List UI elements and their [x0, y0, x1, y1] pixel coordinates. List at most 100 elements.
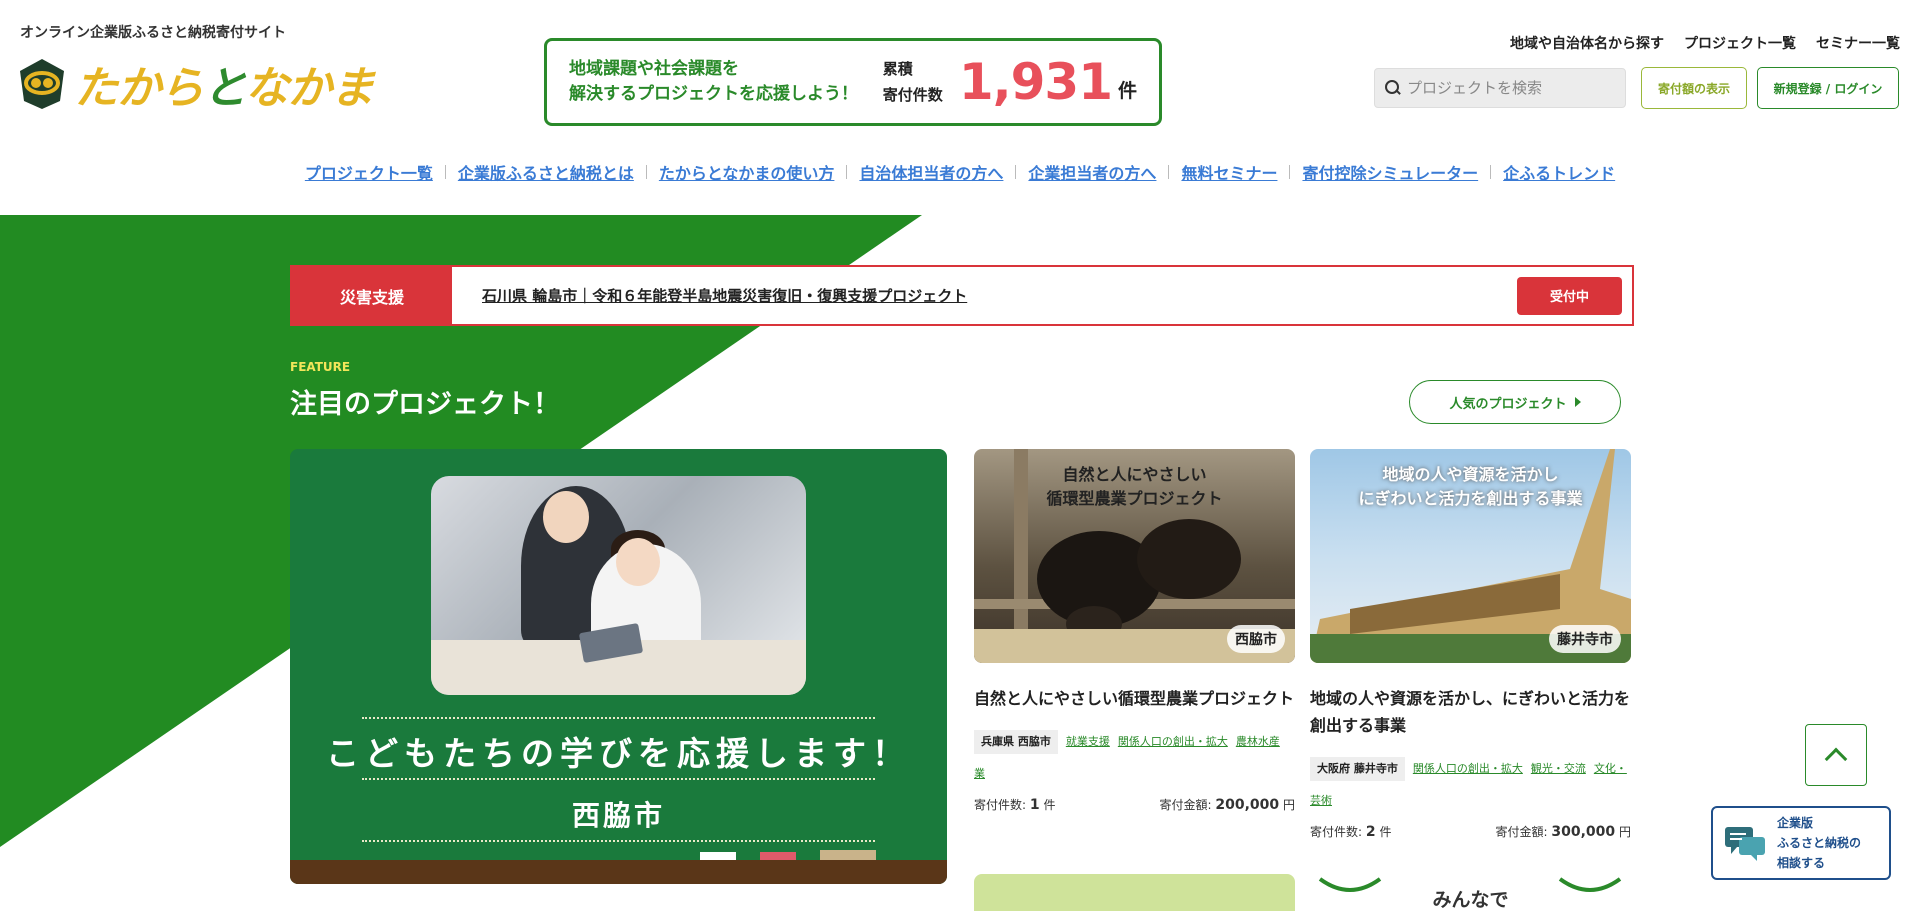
project-card[interactable]: 地域の人や資源を活かし にぎわいと活力を創出する事業 藤井寺市 地域の人や資源を…: [1310, 449, 1631, 840]
disaster-support-banner: 災害支援 石川県 輪島市｜令和６年能登半島地震災害復旧・復興支援プロジェクト 受…: [290, 265, 1634, 326]
counter-label-line1: 累積: [882, 60, 913, 78]
donation-amount-unit: 円: [1282, 798, 1295, 812]
donation-count-unit: 件: [1379, 825, 1392, 839]
prefecture-tag[interactable]: 兵庫県 西脇市: [974, 730, 1058, 754]
nav-how-to-use[interactable]: たからとなかまの使い方: [647, 160, 847, 184]
chalk-tray: [290, 860, 947, 884]
consult-line3: 相談する: [1777, 856, 1826, 870]
feature-title: 注目のプロジェクト！: [290, 389, 560, 420]
project-card-image: 地域の人や資源を活かし にぎわいと活力を創出する事業 藤井寺市: [1310, 449, 1631, 663]
nav-free-seminar[interactable]: 無料セミナー: [1169, 160, 1289, 184]
project-card-title[interactable]: 自然と人にやさしい循環型農業プロジェクト: [974, 685, 1295, 712]
nav-deduction-simulator[interactable]: 寄付控除シミュレーター: [1290, 160, 1490, 184]
popular-projects-button[interactable]: 人気のプロジェクト: [1409, 380, 1621, 424]
search-input[interactable]: [1407, 79, 1607, 97]
search-icon: [1385, 80, 1401, 96]
project-card-title[interactable]: 地域の人や資源を活かし、にぎわいと活力を創出する事業: [1310, 685, 1631, 739]
donation-count-label: 寄付件数:: [1310, 825, 1363, 839]
donation-amount: 寄付金額: 300,000 円: [1496, 823, 1631, 840]
project-card-tags: 兵庫県 西脇市 就業支援 関係人口の創出・拡大 農林水産業: [974, 726, 1295, 790]
donation-amount-value: 300,000: [1551, 824, 1616, 840]
counter-message: 地域課題や社会課題を 解決するプロジェクトを応援しよう！: [569, 57, 879, 107]
donation-count-unit: 件: [1043, 798, 1056, 812]
category-link[interactable]: 観光・交流: [1531, 762, 1586, 775]
chalk-eraser: [820, 850, 876, 860]
top-link-seminars[interactable]: セミナー一覧: [1816, 33, 1900, 53]
donation-counter-box: 地域課題や社会課題を 解決するプロジェクトを応援しよう！ 累積 寄付件数 1,9…: [544, 38, 1162, 126]
big-card-city: 西脇市: [571, 799, 665, 832]
donation-amount-unit: 円: [1618, 825, 1631, 839]
chat-bubbles-icon: [1725, 827, 1765, 861]
register-login-button[interactable]: 新規登録 / ログイン: [1757, 67, 1899, 109]
big-card-headline: こどもたちの学びを応援します！: [326, 734, 911, 773]
back-to-top-button[interactable]: [1805, 724, 1867, 786]
show-amount-button[interactable]: 寄付額の表示: [1641, 67, 1747, 109]
card-image-caption-line1: 自然と人にやさしい: [1062, 465, 1207, 484]
chalk-white: [700, 852, 736, 860]
project-card-partial[interactable]: みんなで: [1310, 871, 1631, 911]
chalk-dotted-line: [362, 840, 875, 842]
card-image-caption-line1: 地域の人や資源を活かし: [1382, 465, 1559, 484]
main-nav: プロジェクト一覧 企業版ふるさと納税とは たからとなかまの使い方 自治体担当者の…: [0, 160, 1920, 184]
nav-projects[interactable]: プロジェクト一覧: [293, 160, 445, 184]
prefecture-tag[interactable]: 大阪府 藤井寺市: [1310, 757, 1405, 781]
project-card-tags: 大阪府 藤井寺市 関係人口の創出・拡大 観光・交流 文化・芸術: [1310, 753, 1631, 817]
disaster-project-link[interactable]: 石川県 輪島市｜令和６年能登半島地震災害復旧・復興支援プロジェクト: [482, 285, 1517, 306]
category-link[interactable]: 関係人口の創出・拡大: [1413, 762, 1523, 775]
feature-eyebrow: FEATURE: [290, 360, 351, 374]
photo-teacher-face: [543, 491, 589, 543]
donation-count-label: 寄付件数:: [974, 798, 1027, 812]
nav-trend[interactable]: 企ふるトレンド: [1491, 160, 1627, 184]
project-card[interactable]: 自然と人にやさしい 循環型農業プロジェクト 西脇市 自然と人にやさしい循環型農業…: [974, 449, 1295, 813]
counter-value: 1,931: [958, 53, 1113, 111]
donation-amount-label: 寄付金額:: [1495, 825, 1548, 839]
consult-line2: ふるさと納税の: [1777, 836, 1862, 850]
nav-about-kigyo-furusato[interactable]: 企業版ふるさと納税とは: [446, 160, 646, 184]
big-card-photo: [431, 476, 806, 695]
counter-label-line2: 寄付件数: [882, 86, 943, 104]
logo-wordmark: たからとなかま: [74, 52, 375, 116]
chalk-red: [760, 852, 796, 860]
donation-count-value: 2: [1365, 824, 1376, 840]
disaster-status-badge[interactable]: 受付中: [1517, 276, 1622, 315]
donation-amount-value: 200,000: [1215, 797, 1280, 813]
donation-count: 寄付件数: 2 件: [1310, 823, 1391, 840]
consult-button[interactable]: 企業版 ふるさと納税の 相談する: [1711, 806, 1891, 880]
triangle-right-icon: [1574, 397, 1581, 407]
top-links: 地域や自治体名から探す プロジェクト一覧 セミナー一覧: [1510, 33, 1900, 53]
category-link[interactable]: 関係人口の創出・拡大: [1118, 735, 1228, 748]
site-logo[interactable]: たからとなかま: [18, 52, 375, 116]
top-link-projects[interactable]: プロジェクト一覧: [1684, 33, 1796, 53]
counter-message-line1: 地域課題や社会課題を: [569, 59, 739, 79]
site-tagline: オンライン企業版ふるさと納税寄付サイト: [20, 25, 286, 41]
featured-project-big-card[interactable]: こどもたちの学びを応援します！ 西脇市: [290, 449, 947, 884]
top-link-area-search[interactable]: 地域や自治体名から探す: [1510, 33, 1664, 53]
donation-amount: 寄付金額: 200,000 円: [1160, 796, 1295, 813]
nav-for-municipalities[interactable]: 自治体担当者の方へ: [847, 160, 1015, 184]
project-card-meta: 寄付件数: 1 件 寄付金額: 200,000 円: [974, 796, 1295, 813]
nav-for-companies[interactable]: 企業担当者の方へ: [1016, 160, 1168, 184]
project-card-image: 自然と人にやさしい 循環型農業プロジェクト 西脇市: [974, 449, 1295, 663]
donation-count-value: 1: [1029, 797, 1040, 813]
popular-projects-label: 人気のプロジェクト: [1449, 396, 1567, 412]
chevron-up-icon: [1824, 747, 1848, 771]
project-card-partial[interactable]: [974, 874, 1295, 911]
donation-count: 寄付件数: 1 件: [974, 796, 1055, 813]
logo-text-a: たから: [74, 63, 204, 114]
logo-text-c: なかま: [244, 63, 375, 114]
category-link[interactable]: 就業支援: [1066, 735, 1110, 748]
counter-label: 累積 寄付件数: [883, 56, 955, 108]
card-image-caption-line2: にぎわいと活力を創出する事業: [1358, 489, 1583, 508]
counter-unit: 件: [1117, 79, 1137, 102]
consult-text: 企業版 ふるさと納税の 相談する: [1777, 813, 1861, 873]
card-image-caption: 自然と人にやさしい 循環型農業プロジェクト: [974, 463, 1295, 511]
chalk-dotted-line: [362, 778, 875, 780]
partial-card-text: みんなで: [1432, 889, 1509, 911]
counter-message-line2: 解決するプロジェクトを応援しよう！: [569, 84, 858, 104]
disaster-tag: 災害支援: [292, 267, 452, 324]
city-badge: 藤井寺市: [1549, 625, 1621, 653]
project-search[interactable]: [1374, 68, 1626, 108]
card-image-caption: 地域の人や資源を活かし にぎわいと活力を創出する事業: [1310, 463, 1631, 511]
consult-line1: 企業版: [1777, 816, 1814, 830]
logo-text-b: と: [203, 63, 246, 114]
